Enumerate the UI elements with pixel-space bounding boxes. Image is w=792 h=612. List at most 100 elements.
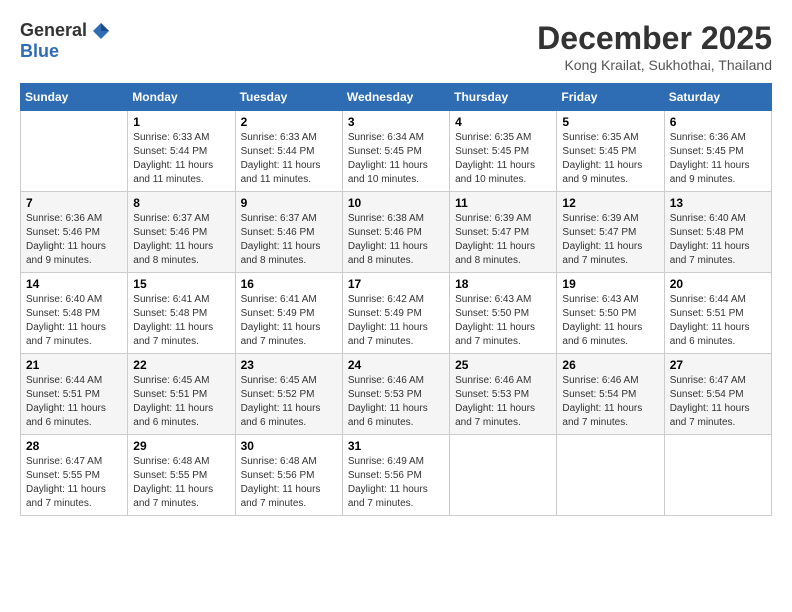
day-info: Sunrise: 6:43 AM Sunset: 5:50 PM Dayligh…: [455, 293, 551, 349]
calendar-week-row: 1 Sunrise: 6:33 AM Sunset: 5:44 PM Daylig…: [21, 111, 772, 192]
day-info: Sunrise: 6:33 AM Sunset: 5:44 PM Dayligh…: [133, 131, 229, 187]
calendar-cell: 9 Sunrise: 6:37 AM Sunset: 5:46 PM Daylig…: [235, 192, 342, 273]
calendar-cell: 14 Sunrise: 6:40 AM Sunset: 5:48 PM Dayli…: [21, 273, 128, 354]
day-info: Sunrise: 6:47 AM Sunset: 5:55 PM Dayligh…: [26, 455, 122, 511]
calendar-cell: 2Sunrise: 6:33 AM Sunset: 5:44 PM Daylig…: [235, 111, 342, 192]
calendar-cell: 5 Sunrise: 6:35 AM Sunset: 5:45 PM Daylig…: [557, 111, 664, 192]
day-number: 7: [26, 196, 122, 210]
day-number: 10: [348, 196, 444, 210]
calendar-cell: 13 Sunrise: 6:40 AM Sunset: 5:48 PM Dayli…: [664, 192, 771, 273]
calendar-cell: 7 Sunrise: 6:36 AM Sunset: 5:46 PM Daylig…: [21, 192, 128, 273]
calendar-header-tuesday: Tuesday: [235, 84, 342, 111]
day-number: 29: [133, 439, 229, 453]
day-number: 9: [241, 196, 337, 210]
calendar-header-monday: Monday: [128, 84, 235, 111]
day-info: Sunrise: 6:41 AM Sunset: 5:49 PM Dayligh…: [241, 293, 337, 349]
day-info: Sunrise: 6:36 AM Sunset: 5:46 PM Dayligh…: [26, 212, 122, 268]
calendar-week-row: 21Sunrise: 6:44 AM Sunset: 5:51 PM Dayli…: [21, 354, 772, 435]
day-number: 3: [348, 115, 444, 129]
calendar-cell: 24 Sunrise: 6:46 AM Sunset: 5:53 PM Dayli…: [342, 354, 449, 435]
calendar-cell: 28 Sunrise: 6:47 AM Sunset: 5:55 PM Dayli…: [21, 435, 128, 516]
day-number: 22: [133, 358, 229, 372]
day-number: 27: [670, 358, 766, 372]
location: Kong Krailat, Sukhothai, Thailand: [537, 57, 772, 73]
calendar-cell: [450, 435, 557, 516]
day-info: Sunrise: 6:35 AM Sunset: 5:45 PM Dayligh…: [455, 131, 551, 187]
day-info: Sunrise: 6:40 AM Sunset: 5:48 PM Dayligh…: [26, 293, 122, 349]
day-info: Sunrise: 6:33 AM Sunset: 5:44 PM Dayligh…: [241, 131, 337, 187]
day-info: Sunrise: 6:40 AM Sunset: 5:48 PM Dayligh…: [670, 212, 766, 268]
calendar-cell: 16 Sunrise: 6:41 AM Sunset: 5:49 PM Dayli…: [235, 273, 342, 354]
day-number: 16: [241, 277, 337, 291]
day-info: Sunrise: 6:47 AM Sunset: 5:54 PM Dayligh…: [670, 374, 766, 430]
calendar-cell: 29Sunrise: 6:48 AM Sunset: 5:55 PM Dayli…: [128, 435, 235, 516]
calendar-cell: [557, 435, 664, 516]
day-number: 28: [26, 439, 122, 453]
calendar-cell: 6 Sunrise: 6:36 AM Sunset: 5:45 PM Daylig…: [664, 111, 771, 192]
day-info: Sunrise: 6:43 AM Sunset: 5:50 PM Dayligh…: [562, 293, 658, 349]
day-number: 21: [26, 358, 122, 372]
day-info: Sunrise: 6:35 AM Sunset: 5:45 PM Dayligh…: [562, 131, 658, 187]
day-number: 8: [133, 196, 229, 210]
calendar-week-row: 7 Sunrise: 6:36 AM Sunset: 5:46 PM Daylig…: [21, 192, 772, 273]
calendar-week-row: 28 Sunrise: 6:47 AM Sunset: 5:55 PM Dayli…: [21, 435, 772, 516]
day-info: Sunrise: 6:48 AM Sunset: 5:56 PM Dayligh…: [241, 455, 337, 511]
day-number: 11: [455, 196, 551, 210]
day-info: Sunrise: 6:42 AM Sunset: 5:49 PM Dayligh…: [348, 293, 444, 349]
calendar-cell: 30 Sunrise: 6:48 AM Sunset: 5:56 PM Dayli…: [235, 435, 342, 516]
day-number: 26: [562, 358, 658, 372]
day-info: Sunrise: 6:46 AM Sunset: 5:53 PM Dayligh…: [455, 374, 551, 430]
day-info: Sunrise: 6:37 AM Sunset: 5:46 PM Dayligh…: [241, 212, 337, 268]
day-number: 18: [455, 277, 551, 291]
day-info: Sunrise: 6:49 AM Sunset: 5:56 PM Dayligh…: [348, 455, 444, 511]
day-number: 24: [348, 358, 444, 372]
day-number: 15: [133, 277, 229, 291]
day-number: 30: [241, 439, 337, 453]
calendar-cell: 23Sunrise: 6:45 AM Sunset: 5:52 PM Dayli…: [235, 354, 342, 435]
day-info: Sunrise: 6:39 AM Sunset: 5:47 PM Dayligh…: [562, 212, 658, 268]
day-info: Sunrise: 6:38 AM Sunset: 5:46 PM Dayligh…: [348, 212, 444, 268]
calendar-cell: 27 Sunrise: 6:47 AM Sunset: 5:54 PM Dayli…: [664, 354, 771, 435]
calendar-cell: 18 Sunrise: 6:43 AM Sunset: 5:50 PM Dayli…: [450, 273, 557, 354]
day-info: Sunrise: 6:36 AM Sunset: 5:45 PM Dayligh…: [670, 131, 766, 187]
calendar-cell: 3 Sunrise: 6:34 AM Sunset: 5:45 PM Daylig…: [342, 111, 449, 192]
day-number: 19: [562, 277, 658, 291]
logo-blue: Blue: [20, 41, 59, 62]
day-info: Sunrise: 6:46 AM Sunset: 5:53 PM Dayligh…: [348, 374, 444, 430]
day-number: 31: [348, 439, 444, 453]
calendar-cell: 20 Sunrise: 6:44 AM Sunset: 5:51 PM Dayli…: [664, 273, 771, 354]
logo-general: General: [20, 20, 87, 41]
calendar-header-sunday: Sunday: [21, 84, 128, 111]
calendar-cell: 8 Sunrise: 6:37 AM Sunset: 5:46 PM Daylig…: [128, 192, 235, 273]
day-info: Sunrise: 6:34 AM Sunset: 5:45 PM Dayligh…: [348, 131, 444, 187]
day-info: Sunrise: 6:41 AM Sunset: 5:48 PM Dayligh…: [133, 293, 229, 349]
calendar-cell: 4 Sunrise: 6:35 AM Sunset: 5:45 PM Daylig…: [450, 111, 557, 192]
calendar-header-wednesday: Wednesday: [342, 84, 449, 111]
day-number: 4: [455, 115, 551, 129]
day-number: 5: [562, 115, 658, 129]
day-info: Sunrise: 6:37 AM Sunset: 5:46 PM Dayligh…: [133, 212, 229, 268]
calendar-cell: 1 Sunrise: 6:33 AM Sunset: 5:44 PM Daylig…: [128, 111, 235, 192]
calendar-header-row: SundayMondayTuesdayWednesdayThursdayFrid…: [21, 84, 772, 111]
day-info: Sunrise: 6:39 AM Sunset: 5:47 PM Dayligh…: [455, 212, 551, 268]
calendar-cell: 12Sunrise: 6:39 AM Sunset: 5:47 PM Dayli…: [557, 192, 664, 273]
day-info: Sunrise: 6:46 AM Sunset: 5:54 PM Dayligh…: [562, 374, 658, 430]
day-number: 13: [670, 196, 766, 210]
calendar-header-friday: Friday: [557, 84, 664, 111]
calendar-cell: 22 Sunrise: 6:45 AM Sunset: 5:51 PM Dayli…: [128, 354, 235, 435]
title-section: December 2025 Kong Krailat, Sukhothai, T…: [537, 20, 772, 73]
day-number: 1: [133, 115, 229, 129]
day-info: Sunrise: 6:45 AM Sunset: 5:52 PM Dayligh…: [241, 374, 337, 430]
calendar-cell: [664, 435, 771, 516]
day-number: 14: [26, 277, 122, 291]
calendar-cell: 17Sunrise: 6:42 AM Sunset: 5:49 PM Dayli…: [342, 273, 449, 354]
day-number: 20: [670, 277, 766, 291]
day-info: Sunrise: 6:45 AM Sunset: 5:51 PM Dayligh…: [133, 374, 229, 430]
calendar-cell: 19 Sunrise: 6:43 AM Sunset: 5:50 PM Dayli…: [557, 273, 664, 354]
calendar: SundayMondayTuesdayWednesdayThursdayFrid…: [20, 83, 772, 516]
logo-icon: [91, 21, 111, 41]
day-number: 6: [670, 115, 766, 129]
day-info: Sunrise: 6:44 AM Sunset: 5:51 PM Dayligh…: [670, 293, 766, 349]
calendar-week-row: 14 Sunrise: 6:40 AM Sunset: 5:48 PM Dayli…: [21, 273, 772, 354]
calendar-cell: [21, 111, 128, 192]
